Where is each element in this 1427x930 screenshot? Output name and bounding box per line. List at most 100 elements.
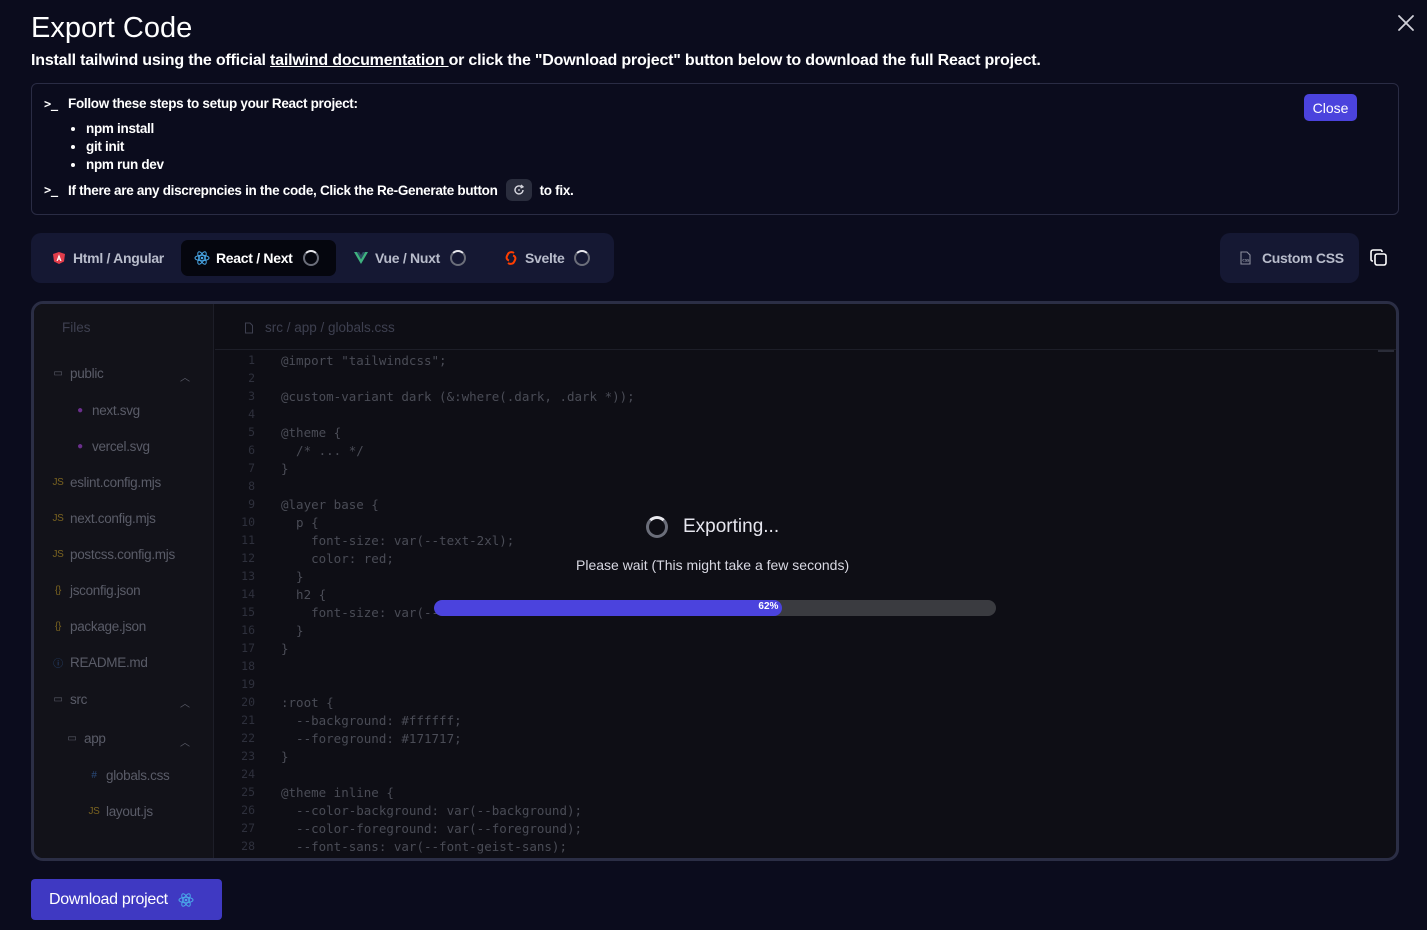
loading-spinner-icon (646, 516, 668, 538)
file-vercel-svg[interactable]: ● vercel.svg (74, 439, 150, 454)
file-eslint-config[interactable]: JS eslint.config.mjs (52, 475, 161, 490)
line-number: 3 (248, 389, 255, 403)
instructions-suffix: or click the "Download project" button b… (448, 52, 1041, 69)
line-number: 16 (241, 623, 255, 637)
folder-public[interactable]: ▭ public (52, 366, 103, 381)
code-line: --foreground: #171717; (281, 731, 462, 746)
loading-spinner-icon (574, 250, 591, 266)
file-name: next.config.mjs (70, 511, 156, 526)
line-number: 27 (241, 821, 255, 835)
file-name: layout.js (106, 804, 153, 819)
progress-label: 62% (758, 601, 779, 612)
code-line: @theme { (281, 425, 342, 440)
line-number: 19 (241, 677, 255, 691)
js-file-icon: JS (88, 806, 100, 817)
file-tree: Files ▭ public ︿ ● next.svg ● vercel.svg… (34, 304, 214, 858)
line-number: 10 (241, 515, 255, 529)
line-number: 26 (241, 803, 255, 817)
code-line: --background: #ffffff; (281, 713, 462, 728)
custom-css-button[interactable]: CSS Custom CSS (1220, 233, 1359, 283)
tab-label: Svelte (525, 250, 565, 266)
list-item: npm run dev (86, 156, 164, 174)
setup-intro: >_ Follow these steps to setup your Reac… (44, 96, 358, 111)
code-editor: Files ▭ public ︿ ● next.svg ● vercel.svg… (31, 301, 1399, 861)
dialog-title: Export Code (31, 12, 193, 44)
css-file-icon: CSS (1240, 251, 1251, 265)
file-name: src (70, 692, 88, 707)
export-status-message: Please wait (This might take a few secon… (576, 557, 850, 573)
regenerate-hint: >_ If there are any discrepncies in the … (44, 179, 574, 201)
file-layout-js[interactable]: JS layout.js (88, 804, 153, 819)
file-name: package.json (70, 619, 146, 634)
file-name: jsconfig.json (70, 583, 141, 598)
code-line: font-size: var(-- (281, 605, 440, 620)
code-line: } (281, 461, 289, 476)
code-line: :root { (281, 695, 334, 710)
chevron-up-icon[interactable]: ︿ (180, 369, 190, 384)
code-line: } (281, 749, 289, 764)
folder-icon: ▭ (67, 733, 77, 744)
list-item: git init (86, 138, 164, 156)
file-postcss-config[interactable]: JS postcss.config.mjs (52, 547, 175, 562)
code-header: src / app / globals.css (215, 304, 1396, 352)
react-icon (178, 892, 194, 907)
regenerate-hint-text: If there are any discrepncies in the cod… (68, 182, 498, 198)
instructions-prefix: Install tailwind using the official (31, 52, 271, 69)
tab-react-next[interactable]: React / Next (181, 240, 336, 276)
react-icon (194, 250, 210, 266)
tab-svelte[interactable]: Svelte (493, 240, 603, 276)
chevron-up-icon[interactable]: ︿ (180, 695, 190, 710)
code-line: --color-foreground: var(--foreground); (281, 821, 583, 836)
tailwind-docs-link[interactable]: tailwind documentation (270, 52, 449, 69)
loading-spinner-icon (449, 250, 466, 266)
chevron-up-icon[interactable]: ︿ (180, 734, 190, 749)
file-path: src / app / globals.css (265, 320, 395, 335)
line-number: 1 (248, 353, 255, 367)
code-line: } (281, 623, 304, 638)
copy-icon[interactable] (1369, 248, 1389, 268)
folder-icon: ▭ (53, 368, 63, 379)
tab-vue-nuxt[interactable]: Vue / Nuxt (343, 240, 475, 276)
code-line: font-size: var(--text-2xl); (281, 533, 515, 548)
line-number: 7 (248, 461, 255, 475)
close-button[interactable]: Close (1304, 94, 1357, 121)
file-tree-header: Files (62, 320, 91, 335)
svelte-icon (503, 250, 519, 266)
terminal-prompt-icon: >_ (44, 96, 58, 111)
download-project-button[interactable]: Download project (31, 879, 222, 920)
tab-html-angular[interactable]: Html / Angular (41, 240, 181, 276)
file-next-config[interactable]: JS next.config.mjs (52, 511, 156, 526)
info-icon: ⓘ (53, 659, 63, 670)
folder-src[interactable]: ▭ src (52, 692, 87, 707)
file-name: public (70, 366, 104, 381)
line-number: 20 (241, 695, 255, 709)
line-number: 21 (241, 713, 255, 727)
code-line: @custom-variant dark (&:where(.dark, .da… (281, 389, 635, 404)
close-dialog-icon[interactable] (1395, 12, 1417, 34)
export-status-text: Exporting... (683, 516, 780, 537)
line-number: 11 (241, 533, 255, 547)
file-jsconfig[interactable]: {} jsconfig.json (52, 583, 141, 598)
download-label: Download project (49, 890, 168, 908)
regenerate-icon[interactable] (505, 179, 532, 201)
line-number: 9 (248, 497, 255, 511)
file-readme[interactable]: ⓘ README.md (52, 655, 148, 670)
folder-app[interactable]: ▭ app (66, 731, 105, 746)
file-next-svg[interactable]: ● next.svg (74, 403, 140, 418)
file-globals-css[interactable]: # globals.css (88, 768, 169, 783)
file-package-json[interactable]: {} package.json (52, 619, 146, 634)
file-icon (245, 322, 253, 333)
line-number: 12 (241, 551, 255, 565)
js-file-icon: JS (52, 477, 64, 488)
terminal-prompt-icon: >_ (44, 183, 58, 197)
line-number: 14 (241, 587, 255, 601)
code-line: /* ... */ (281, 443, 364, 458)
js-file-icon: JS (52, 513, 64, 524)
line-number: 18 (241, 659, 255, 673)
code-line: @import "tailwindcss"; (281, 353, 447, 368)
loading-spinner-icon (302, 250, 319, 266)
progress-fill: 62% (434, 600, 783, 616)
line-number: 8 (248, 479, 255, 493)
breadcrumb: src / app / globals.css (243, 320, 395, 335)
file-name: README.md (70, 655, 148, 670)
